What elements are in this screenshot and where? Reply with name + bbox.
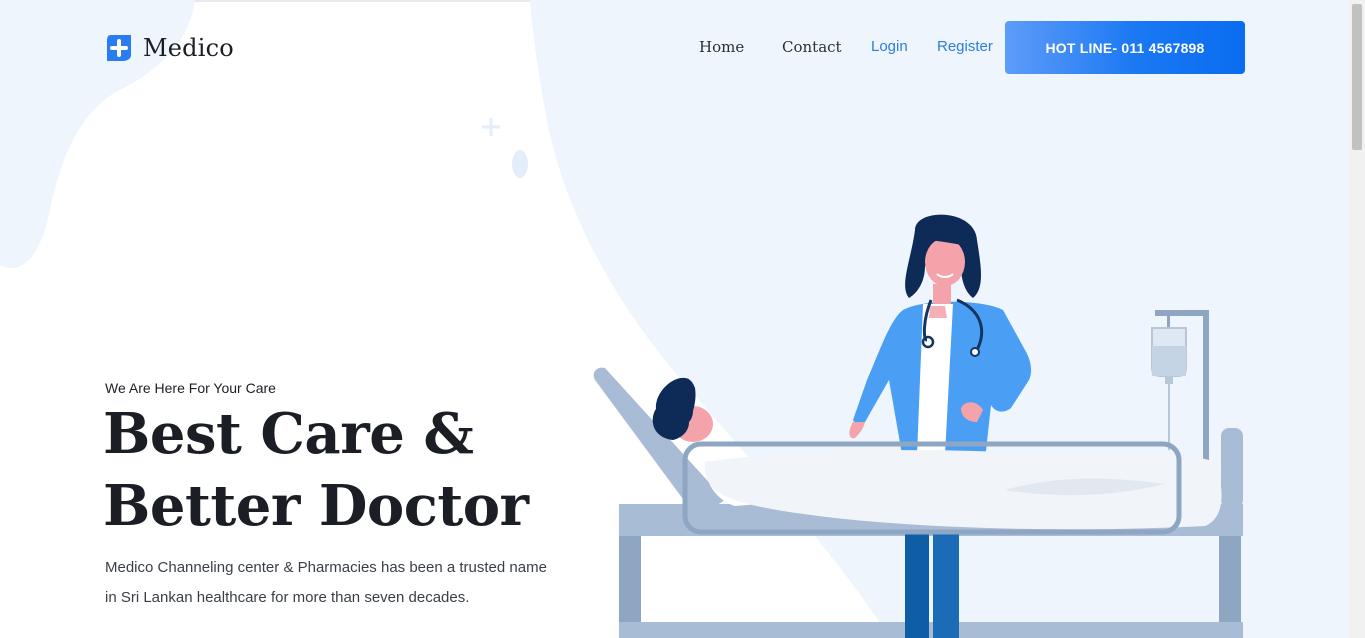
doctor-patient-illustration [593,214,1243,638]
hotline-button[interactable]: HOT LINE- 011 4567898 [1005,21,1245,74]
description-line-2: in Sri Lankan healthcare for more than s… [105,589,470,606]
nav-login-link[interactable]: Login [871,38,908,55]
nav-register-link[interactable]: Register [937,38,993,55]
headline-line-1: Best Care & [103,401,474,467]
nav-home-link[interactable]: Home [699,38,744,56]
headline-line-2: Better Doctor [103,473,529,539]
doctor-figure [849,214,1032,460]
hero-description: Medico Channeling center & Pharmacies ha… [105,553,555,613]
page: Medico Home Contact Login Register HOT L… [0,0,1365,638]
description-line-1: Medico Channeling center & Pharmacies ha… [105,559,547,576]
iv-stand-icon [1151,310,1209,460]
medical-cross-icon [107,35,131,61]
nav-contact-link[interactable]: Contact [782,38,842,56]
hero-eyebrow: We Are Here For Your Care [105,380,276,396]
brand-logo[interactable]: Medico [105,33,234,63]
scrollbar-thumb[interactable] [1352,4,1362,150]
hero-headline: Best Care & Better Doctor [103,398,529,542]
brand-name: Medico [143,34,234,62]
page-scrollbar[interactable] [1349,0,1365,638]
